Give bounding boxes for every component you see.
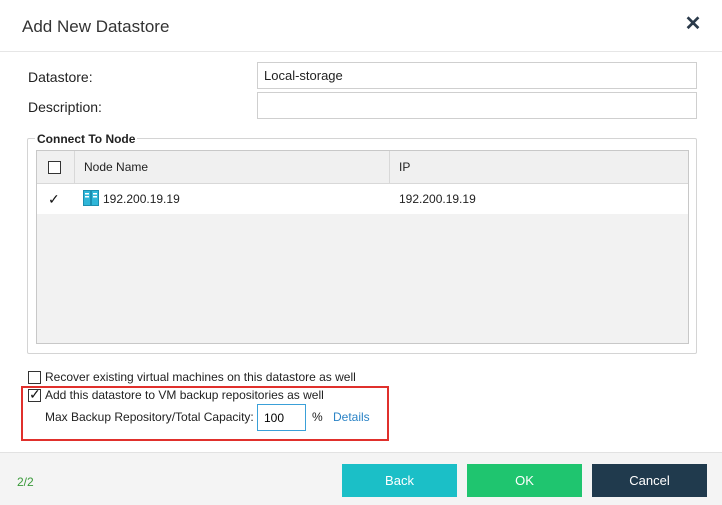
column-header-ip[interactable]: IP (399, 160, 410, 174)
connect-to-node-legend: Connect To Node (35, 132, 138, 146)
add-repo-checkbox[interactable]: ✓ (28, 386, 41, 402)
table-row[interactable]: ✓ 192.200.19.19 192.200.19.19 (37, 184, 688, 214)
row-node-name: 192.200.19.19 (103, 192, 180, 206)
column-divider[interactable] (389, 151, 390, 184)
details-link[interactable]: Details (333, 410, 370, 424)
capacity-label: Max Backup Repository/Total Capacity: (45, 410, 254, 424)
recover-vms-label: Recover existing virtual machines on thi… (45, 370, 356, 384)
column-divider[interactable] (74, 151, 75, 184)
datastore-input[interactable] (257, 62, 697, 89)
cancel-button[interactable]: Cancel (592, 464, 707, 497)
capacity-unit: % (312, 410, 323, 424)
node-grid: Node Name IP ✓ 192.200.19.19 192.200.19.… (36, 150, 689, 344)
close-icon[interactable]: ✕ (684, 14, 702, 34)
grid-header: Node Name IP (37, 151, 688, 184)
description-input[interactable] (257, 92, 697, 119)
ok-button[interactable]: OK (467, 464, 582, 497)
back-button[interactable]: Back (342, 464, 457, 497)
row-ip: 192.200.19.19 (399, 192, 476, 206)
datastore-label: Datastore: (28, 69, 93, 85)
checkbox-check-icon: ✓ (29, 386, 41, 402)
dialog-header: Add New Datastore ✕ (0, 0, 722, 52)
recover-vms-checkbox[interactable] (28, 371, 41, 384)
description-label: Description: (28, 99, 102, 115)
column-header-node-name[interactable]: Node Name (84, 160, 148, 174)
server-icon (83, 190, 99, 206)
dialog-footer: 2/2 Back OK Cancel (0, 452, 722, 505)
add-repo-label: Add this datastore to VM backup reposito… (45, 388, 324, 402)
add-datastore-dialog: Add New Datastore ✕ Datastore: Descripti… (0, 0, 722, 505)
step-indicator: 2/2 (17, 475, 34, 489)
row-check-icon[interactable]: ✓ (48, 192, 60, 206)
dialog-title: Add New Datastore (22, 17, 170, 36)
capacity-input[interactable] (257, 404, 306, 431)
select-all-checkbox[interactable] (48, 161, 61, 174)
